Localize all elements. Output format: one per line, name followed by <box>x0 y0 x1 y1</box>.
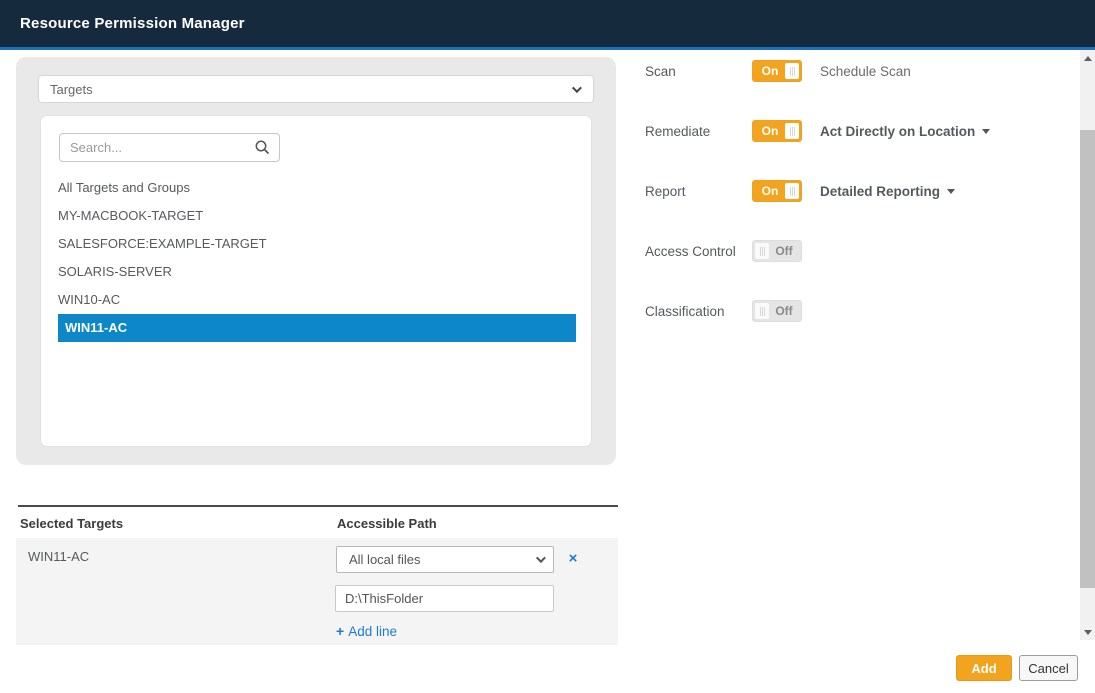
scroll-up-icon[interactable] <box>1080 50 1095 66</box>
remediate-toggle[interactable]: On <box>752 120 802 142</box>
remediate-label: Remediate <box>645 124 752 139</box>
plus-icon: + <box>336 623 344 639</box>
report-label: Report <box>645 184 752 199</box>
target-item-win10[interactable]: WIN10-AC <box>58 286 576 314</box>
target-group-select[interactable]: Targets <box>38 75 594 103</box>
target-item-my-macbook[interactable]: MY-MACBOOK-TARGET <box>58 202 576 230</box>
cancel-button[interactable]: Cancel <box>1019 655 1078 681</box>
column-header-accessible-path: Accessible Path <box>337 516 437 531</box>
permission-row-scan: Scan On Schedule Scan <box>645 60 911 82</box>
permissions-panel: Scan On Schedule Scan Remediate On Act D… <box>645 50 1075 350</box>
target-group-select-value: Targets <box>50 82 93 97</box>
chevron-down-icon <box>572 83 582 93</box>
add-button[interactable]: Add <box>956 655 1012 681</box>
path-type-select-value: All local files <box>349 552 421 567</box>
title-bar: Resource Permission Manager <box>0 0 1095 47</box>
scroll-down-icon[interactable] <box>1080 624 1095 640</box>
toggle-grip-icon <box>755 303 769 319</box>
scan-toggle[interactable]: On <box>752 60 802 82</box>
path-value-input[interactable] <box>335 585 554 612</box>
scan-label: Scan <box>645 64 752 79</box>
add-line-link[interactable]: + Add line <box>336 623 397 639</box>
report-toggle[interactable]: On <box>752 180 802 202</box>
target-item-all-targets[interactable]: All Targets and Groups <box>58 174 576 202</box>
permission-row-access-control: Access Control Off <box>645 240 802 262</box>
remediate-mode-dropdown[interactable]: Act Directly on Location <box>820 124 990 139</box>
search-input[interactable] <box>59 133 280 162</box>
column-header-selected-targets: Selected Targets <box>20 516 123 531</box>
chevron-down-icon <box>536 553 546 563</box>
permission-row-classification: Classification Off <box>645 300 802 322</box>
search-icon[interactable] <box>254 139 271 156</box>
selected-target-name: WIN11-AC <box>28 549 89 564</box>
scrollbar-thumb[interactable] <box>1080 130 1095 588</box>
targets-list-box: All Targets and Groups MY-MACBOOK-TARGET… <box>40 115 592 447</box>
toggle-grip-icon <box>755 243 769 259</box>
remove-row-icon[interactable]: × <box>564 546 582 573</box>
page-title: Resource Permission Manager <box>20 0 245 47</box>
classification-toggle[interactable]: Off <box>752 300 802 322</box>
permission-row-remediate: Remediate On Act Directly on Location <box>645 120 990 142</box>
selected-target-row: WIN11-AC All local files × + Add line <box>16 538 618 645</box>
toggle-grip-icon <box>785 63 799 79</box>
target-item-solaris[interactable]: SOLARIS-SERVER <box>58 258 576 286</box>
toggle-grip-icon <box>785 183 799 199</box>
table-top-divider <box>18 505 618 507</box>
add-line-label: Add line <box>348 624 397 639</box>
access-control-label: Access Control <box>645 244 752 259</box>
target-list: All Targets and Groups MY-MACBOOK-TARGET… <box>58 174 576 342</box>
permission-row-report: Report On Detailed Reporting <box>645 180 955 202</box>
targets-panel: Targets All Targets and Groups MY-MACBOO… <box>16 57 616 465</box>
target-item-salesforce[interactable]: SALESFORCE:EXAMPLE-TARGET <box>58 230 576 258</box>
path-type-select[interactable]: All local files <box>336 546 554 573</box>
caret-down-icon <box>982 129 990 134</box>
access-control-toggle[interactable]: Off <box>752 240 802 262</box>
target-item-win11-selected[interactable]: WIN11-AC <box>58 314 576 342</box>
vertical-scrollbar[interactable] <box>1080 50 1095 640</box>
caret-down-icon <box>947 189 955 194</box>
classification-label: Classification <box>645 304 752 319</box>
schedule-scan-link[interactable]: Schedule Scan <box>820 64 911 79</box>
toggle-grip-icon <box>785 123 799 139</box>
report-mode-dropdown[interactable]: Detailed Reporting <box>820 184 955 199</box>
search-box <box>59 133 280 162</box>
